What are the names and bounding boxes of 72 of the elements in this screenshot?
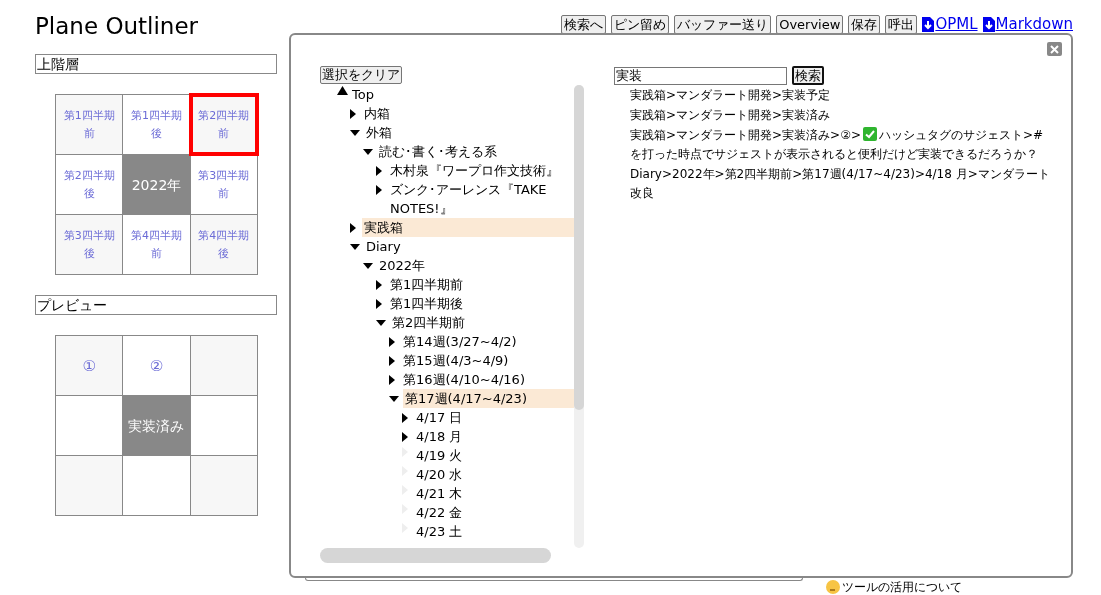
toolbar-button[interactable]: ピン留め <box>611 14 670 34</box>
download-link[interactable]: Markdown <box>982 13 1073 36</box>
toolbar-button[interactable]: Overview <box>776 14 844 34</box>
triangle-right-icon[interactable] <box>350 223 356 233</box>
tree-item[interactable]: 4/17 日 <box>414 408 574 427</box>
triangle-down-icon[interactable] <box>350 244 360 250</box>
grid-cell[interactable] <box>56 396 123 455</box>
grid-cell[interactable]: ② <box>123 336 190 395</box>
grid-cell[interactable] <box>190 336 257 395</box>
tree-item[interactable]: 第1四半期後 <box>388 294 574 313</box>
tree-item[interactable]: 4/23 土 <box>414 522 574 541</box>
tree-item[interactable]: 読む･書く･考える系 <box>377 142 574 161</box>
grid-cell[interactable]: 第3四半期前 <box>190 155 257 214</box>
triangle-up-icon[interactable] <box>337 86 348 95</box>
search-button[interactable]: 検索 <box>792 66 824 85</box>
tree-item[interactable]: Top <box>350 85 574 104</box>
tree-item[interactable]: 4/21 木 <box>414 484 574 503</box>
triangle-down-icon[interactable] <box>350 130 360 136</box>
triangle-down-icon[interactable] <box>389 396 399 402</box>
tree-item[interactable]: 実践箱 <box>362 218 574 237</box>
search-result[interactable]: 実践箱>マンダラート開発>実装予定 <box>630 86 1053 105</box>
tree-item[interactable]: 4/18 月 <box>414 427 574 446</box>
help-link[interactable]: ツールの活用について <box>842 580 962 594</box>
tree-item[interactable]: 第15週(4/3~4/9) <box>401 351 574 370</box>
tree-item[interactable]: ズンク･アーレンス『TAKE NOTES!』 <box>388 180 574 218</box>
grid-cell[interactable]: ① <box>56 336 123 395</box>
tree-item[interactable]: 第14週(3/27~4/2) <box>401 332 574 351</box>
search-field[interactable]: 実装 <box>614 66 787 85</box>
download-link[interactable]: OPML <box>922 13 978 36</box>
close-button[interactable] <box>1047 42 1062 56</box>
tree-item[interactable]: Diary <box>364 237 574 256</box>
tree-item[interactable]: 4/19 火 <box>414 446 574 465</box>
thinking-face-icon <box>826 580 840 594</box>
tree-item[interactable]: 4/22 金 <box>414 503 574 522</box>
tree-item[interactable]: 木村泉『ワープロ作文技術』 <box>388 161 574 180</box>
tree-item[interactable]: 内箱 <box>362 104 574 123</box>
grid-cell[interactable]: 第2四半期後 <box>56 155 123 214</box>
toolbar-button[interactable]: バッファー送り <box>674 14 772 34</box>
scrollbar[interactable] <box>320 548 551 563</box>
scrollbar[interactable] <box>574 85 584 548</box>
search-result[interactable]: 実践箱>マンダラート開発>実装済み <box>630 106 1053 125</box>
checkmark-icon <box>863 127 877 141</box>
triangle-down-icon[interactable] <box>363 263 373 269</box>
tree-item[interactable]: 4/20 水 <box>414 465 574 484</box>
section-heading: プレビュー <box>35 295 277 315</box>
triangle-right-icon[interactable] <box>350 109 356 119</box>
tree-item[interactable]: 第2四半期前 <box>390 313 574 332</box>
search-result[interactable]: Diary>2022年>第2四半期前>第17週(4/17~4/23)>4/18 月>マンダラート改良 <box>630 165 1053 203</box>
grid-cell[interactable]: 第1四半期前 <box>56 95 123 154</box>
grid-cell[interactable]: 第2四半期前 <box>190 95 257 154</box>
triangle-down-icon[interactable] <box>376 320 386 326</box>
tree-item[interactable]: 2022年 <box>377 256 574 275</box>
clear-selection-button[interactable]: 選択をクリア <box>320 66 402 84</box>
tree-item[interactable]: 第17週(4/17~4/23) <box>403 389 574 408</box>
toolbar-button[interactable]: 保存 <box>848 14 881 34</box>
grid-cell[interactable]: 第4四半期後 <box>190 215 257 274</box>
grid-cell[interactable] <box>190 396 257 455</box>
toolbar-button[interactable]: 呼出 <box>885 14 918 34</box>
triangle-down-icon[interactable] <box>363 149 373 155</box>
tree-item[interactable]: 第1四半期前 <box>388 275 574 294</box>
grid-cell[interactable] <box>56 456 123 515</box>
section-heading: 上階層 <box>35 54 277 74</box>
tree-item[interactable]: 第16週(4/10~4/16) <box>401 370 574 389</box>
grid-cell[interactable] <box>123 456 190 515</box>
grid-cell[interactable]: 第1四半期後 <box>123 95 190 154</box>
grid-cell[interactable]: 第4四半期前 <box>123 215 190 274</box>
search-result[interactable]: 実践箱>マンダラート開発>実装済み>②> ハッシュタグのサジェスト>#を打った時点でサジェストが表示されると便利だけど実装できるだろうか？ <box>630 126 1053 164</box>
tree-item[interactable]: 外箱 <box>364 123 574 142</box>
grid-cell[interactable] <box>190 456 257 515</box>
grid-cell[interactable]: 第3四半期後 <box>56 215 123 274</box>
toolbar-button[interactable]: 検索へ <box>561 14 607 34</box>
app-title: Plane Outliner <box>35 12 200 41</box>
